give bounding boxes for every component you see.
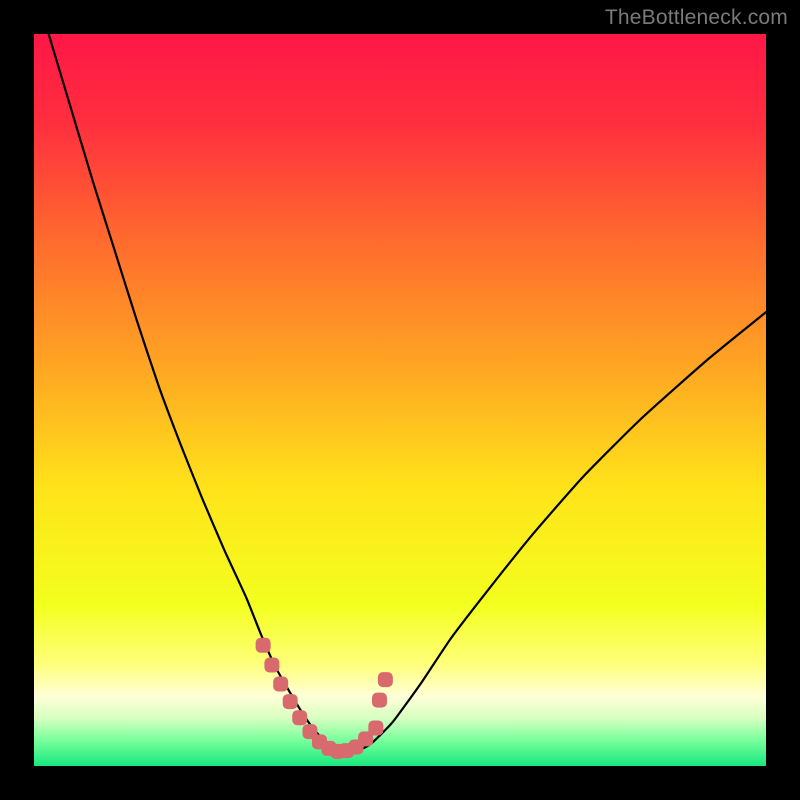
watermark-text: TheBottleneck.com <box>605 6 788 30</box>
marker-point <box>372 693 387 708</box>
marker-point <box>264 657 279 672</box>
bottleneck-curve <box>49 34 766 752</box>
marker-group <box>256 638 393 759</box>
marker-point <box>273 677 288 692</box>
marker-point <box>292 710 307 725</box>
curve-layer <box>34 34 766 766</box>
plot-area <box>34 34 766 766</box>
marker-point <box>256 638 271 653</box>
marker-point <box>368 720 383 735</box>
chart-frame: TheBottleneck.com <box>0 0 800 800</box>
marker-point <box>283 694 298 709</box>
marker-point <box>378 672 393 687</box>
